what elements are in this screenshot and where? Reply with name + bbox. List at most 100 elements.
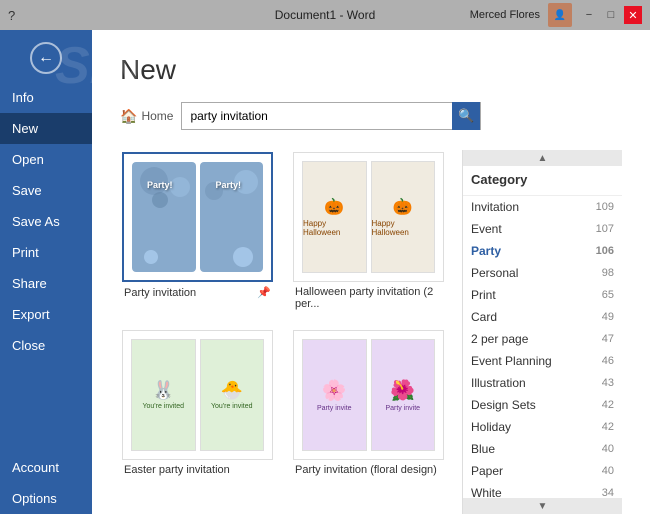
search-row: 🏠 Home 🔍 [120, 102, 622, 130]
home-icon: 🏠 [120, 108, 137, 125]
category-item-white[interactable]: White 34 [463, 482, 622, 498]
sidebar-item-options[interactable]: Options [0, 483, 92, 514]
category-scroll: Category Invitation 109 Event 107 Party … [463, 166, 622, 498]
category-label: Paper [471, 464, 503, 478]
halloween-preview: 🎃 Happy Halloween 🎃 Happy Halloween [294, 153, 443, 281]
category-count: 42 [602, 399, 614, 411]
category-item-illustration[interactable]: Illustration 43 [463, 372, 622, 394]
category-header: Category [463, 166, 622, 196]
template-thumb-halloween: 🎃 Happy Halloween 🎃 Happy Halloween [293, 152, 444, 282]
template-grid: Party! Party! [120, 150, 446, 494]
template-card-party[interactable]: Party! Party! [120, 150, 275, 312]
category-count: 46 [602, 355, 614, 367]
sidebar-item-account[interactable]: Account [0, 452, 92, 483]
category-panel: ▲ Category Invitation 109 Event 107 Part… [462, 150, 622, 514]
sidebar-item-print[interactable]: Print [0, 237, 92, 268]
category-item-personal[interactable]: Personal 98 [463, 262, 622, 284]
template-label-party: Party invitation 📌 [122, 286, 273, 299]
template-thumb-party: Party! Party! [122, 152, 273, 282]
category-item-blue[interactable]: Blue 40 [463, 438, 622, 460]
category-item-event-planning[interactable]: Event Planning 46 [463, 350, 622, 372]
party-card-1: Party! [132, 162, 196, 272]
category-label: Holiday [471, 420, 511, 434]
category-count: 107 [596, 223, 614, 235]
category-label: Invitation [471, 200, 519, 214]
easter-preview: 🐰 You're invited 🐣 You're invited [123, 331, 272, 459]
category-scroll-up[interactable]: ▲ [463, 150, 622, 166]
category-count: 43 [602, 377, 614, 389]
category-label: Party [471, 244, 501, 258]
help-button[interactable]: ? [8, 8, 15, 23]
user-name: Merced Flores [470, 9, 540, 21]
category-item-paper[interactable]: Paper 40 [463, 460, 622, 482]
category-item-event[interactable]: Event 107 [463, 218, 622, 240]
floral-preview: 🌸 Party invite 🌺 Party invite [294, 331, 443, 459]
main-split: Party! Party! [120, 150, 622, 514]
minimize-button[interactable]: − [580, 6, 598, 24]
halloween-card-2: 🎃 Happy Halloween [371, 161, 436, 273]
category-item-party[interactable]: Party 106 [463, 240, 622, 262]
search-button[interactable]: 🔍 [452, 102, 480, 130]
page-title: New [120, 54, 622, 86]
template-label-halloween: Halloween party invitation (2 per... [293, 286, 444, 310]
pin-icon[interactable]: 📌 [257, 286, 271, 299]
category-item-card[interactable]: Card 49 [463, 306, 622, 328]
category-item-print[interactable]: Print 65 [463, 284, 622, 306]
back-icon: ← [30, 42, 62, 74]
sidebar-item-save-as[interactable]: Save As [0, 206, 92, 237]
template-thumb-easter: 🐰 You're invited 🐣 You're invited [122, 330, 273, 460]
easter-label-text: Easter party invitation [124, 464, 271, 476]
category-label: 2 per page [471, 332, 528, 346]
template-card-floral[interactable]: 🌸 Party invite 🌺 Party invite Party in [291, 328, 446, 478]
category-item-2perpage[interactable]: 2 per page 47 [463, 328, 622, 350]
category-label: Event [471, 222, 502, 236]
category-count: 65 [602, 289, 614, 301]
category-label: Design Sets [471, 398, 536, 412]
template-label-floral: Party invitation (floral design) [293, 464, 444, 476]
sidebar-item-open[interactable]: Open [0, 144, 92, 175]
category-item-design-sets[interactable]: Design Sets 42 [463, 394, 622, 416]
user-info: ? [8, 8, 23, 23]
category-label: Personal [471, 266, 518, 280]
category-count: 40 [602, 465, 614, 477]
back-button[interactable]: ← [26, 38, 66, 78]
template-thumb-floral: 🌸 Party invite 🌺 Party invite [293, 330, 444, 460]
floral-label-text: Party invitation (floral design) [295, 464, 442, 476]
category-count: 49 [602, 311, 614, 323]
category-count: 98 [602, 267, 614, 279]
template-label-easter: Easter party invitation [122, 464, 273, 476]
halloween-label-text: Halloween party invitation (2 per... [295, 286, 442, 310]
category-item-holiday[interactable]: Holiday 42 [463, 416, 622, 438]
templates-area: Party! Party! [120, 150, 454, 514]
template-card-halloween[interactable]: 🎃 Happy Halloween 🎃 Happy Halloween Ha [291, 150, 446, 312]
halloween-card-1: 🎃 Happy Halloween [302, 161, 367, 273]
window-controls[interactable]: − □ ✕ [580, 6, 642, 24]
home-label[interactable]: Home [141, 109, 173, 123]
sidebar-item-info[interactable]: Info [0, 82, 92, 113]
close-button[interactable]: ✕ [624, 6, 642, 24]
maximize-button[interactable]: □ [602, 6, 620, 24]
category-label: Card [471, 310, 497, 324]
sidebar-item-close[interactable]: Close [0, 330, 92, 361]
category-label: Blue [471, 442, 495, 456]
category-count: 42 [602, 421, 614, 433]
floral-card-2: 🌺 Party invite [371, 339, 436, 451]
category-label: Print [471, 288, 496, 302]
home-link[interactable]: 🏠 Home [120, 108, 173, 125]
sidebar-item-export[interactable]: Export [0, 299, 92, 330]
category-item-invitation[interactable]: Invitation 109 [463, 196, 622, 218]
title-bar: ? Document1 - Word Merced Flores 👤 − □ ✕ [0, 0, 650, 30]
category-scroll-down[interactable]: ▼ [463, 498, 622, 514]
sidebar-item-new[interactable]: New [0, 113, 92, 144]
category-label: Event Planning [471, 354, 552, 368]
app-body: ← Info New Open Save Save As Print Share… [0, 30, 650, 514]
category-count: 47 [602, 333, 614, 345]
category-count: 109 [596, 201, 614, 213]
category-count: 40 [602, 443, 614, 455]
template-card-easter[interactable]: 🐰 You're invited 🐣 You're invited East [120, 328, 275, 478]
party-label-text: Party invitation [124, 287, 257, 299]
sidebar-item-save[interactable]: Save [0, 175, 92, 206]
category-label: White [471, 486, 502, 498]
sidebar-item-share[interactable]: Share [0, 268, 92, 299]
search-input[interactable] [182, 103, 452, 129]
